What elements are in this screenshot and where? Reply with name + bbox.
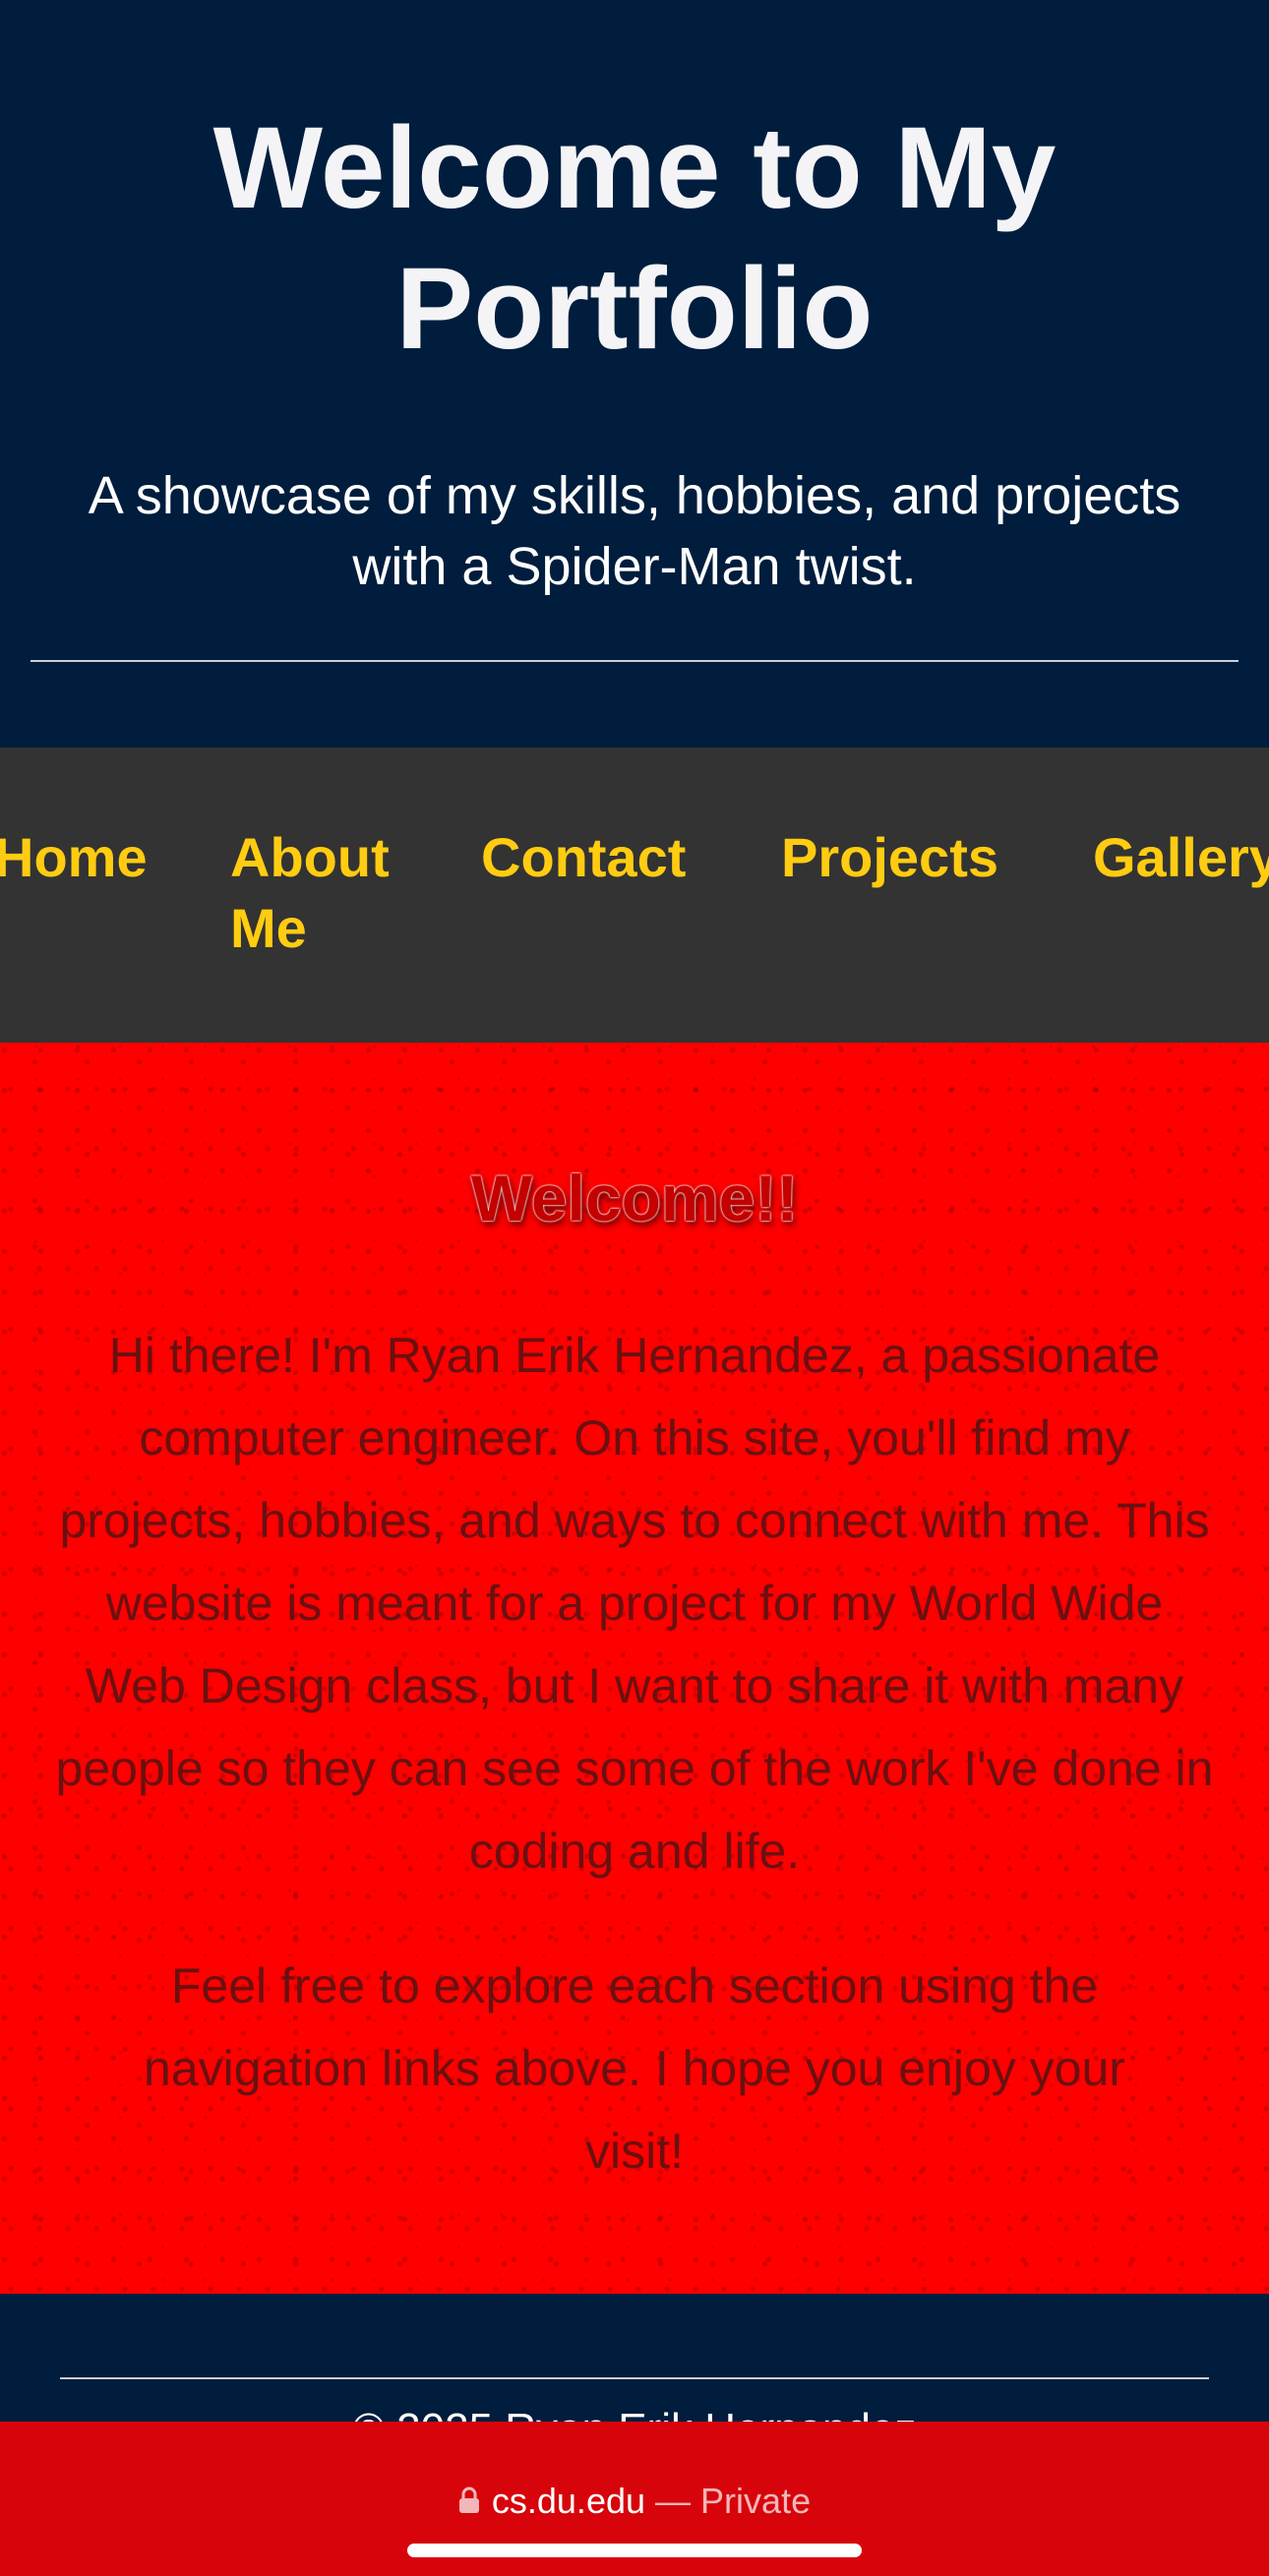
- footer-divider: [60, 2377, 1209, 2379]
- site-tagline: A showcase of my skills, hobbies, and pr…: [88, 466, 1181, 596]
- url-separator: —: [655, 2481, 692, 2521]
- nav-link-contact[interactable]: Contact: [481, 822, 686, 893]
- url-display[interactable]: cs.du.edu — Private: [0, 2479, 1269, 2524]
- lock-icon: [458, 2487, 479, 2514]
- home-indicator[interactable]: [407, 2544, 862, 2557]
- site-footer: © 2025 Ryan Erik Hernandez: [0, 2294, 1269, 2422]
- nav-link-about-me[interactable]: About Me: [230, 822, 427, 964]
- page: Welcome to My Portfolio A showcase of my…: [0, 0, 1269, 2576]
- welcome-heading: Welcome!!: [470, 1162, 799, 1234]
- intro-paragraph: Hi there! I'm Ryan Erik Hernandez, a pas…: [55, 1328, 1214, 1879]
- header-divider: [30, 660, 1239, 662]
- private-mode-label: Private: [700, 2481, 812, 2521]
- site-header: Welcome to My Portfolio A showcase of my…: [0, 0, 1269, 748]
- main-nav: Home About Me Contact Projects Gallery: [0, 748, 1269, 1043]
- browser-address-bar[interactable]: cs.du.edu — Private: [0, 2422, 1269, 2576]
- copyright-text: © 2025 Ryan Erik Hernandez: [0, 2402, 1269, 2422]
- explore-paragraph: Feel free to explore each section using …: [144, 1958, 1125, 2179]
- site-title: Welcome to My Portfolio: [212, 103, 1057, 374]
- main-content: Welcome!! Hi there! I'm Ryan Erik Hernan…: [0, 1043, 1269, 2294]
- nav-link-projects[interactable]: Projects: [781, 822, 998, 893]
- url-domain: cs.du.edu: [491, 2481, 646, 2521]
- nav-link-home[interactable]: Home: [0, 822, 148, 893]
- nav-link-gallery[interactable]: Gallery: [1093, 822, 1269, 893]
